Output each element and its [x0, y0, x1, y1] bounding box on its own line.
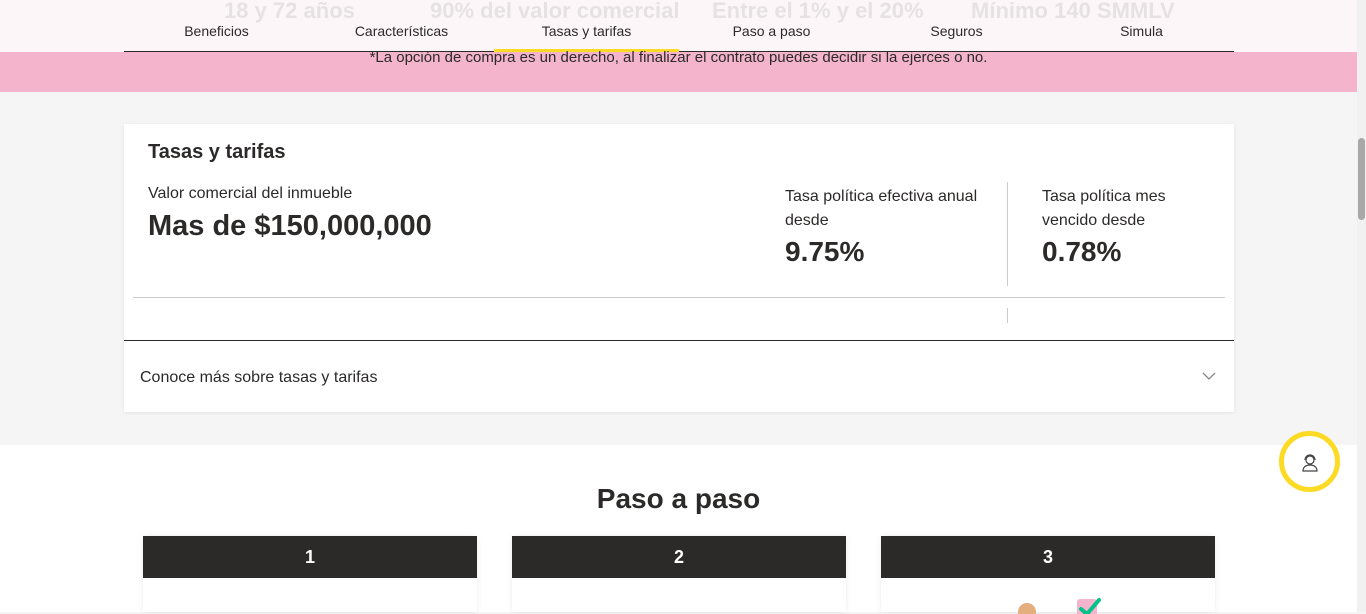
rates-accordion[interactable]: Conoce más sobre tasas y tarifas [124, 340, 1234, 412]
note-text: *La opción de compra es un derecho, al f… [369, 49, 988, 66]
rates-title: Tasas y tarifas [148, 141, 286, 163]
annual-rate: 9.75% [785, 236, 865, 267]
monthly-label: Tasa política mes vencido desde [1042, 188, 1166, 229]
step-card: 2 [512, 536, 846, 612]
checklist-illustration-icon [1018, 598, 1101, 614]
monthly-rate: 0.78% [1042, 236, 1122, 267]
scrollbar[interactable] [1357, 0, 1366, 612]
sticky-header: 18 y 72 años 90% del valor comercial Ent… [0, 0, 1357, 52]
note-banner: *La opción de compra es un derecho, al f… [0, 49, 1357, 92]
chevron-down-icon [1202, 372, 1216, 380]
section-nav: Beneficios Características Tasas y tarif… [124, 0, 1234, 52]
tab-beneficios[interactable]: Beneficios [124, 0, 309, 51]
divider [133, 297, 1225, 298]
tab-simula[interactable]: Simula [1049, 0, 1234, 51]
step-number: 2 [512, 536, 846, 578]
tab-seguros[interactable]: Seguros [864, 0, 1049, 51]
tab-caracteristicas[interactable]: Características [309, 0, 494, 51]
tab-paso[interactable]: Paso a paso [679, 0, 864, 51]
value-amount: Mas de $150,000,000 [148, 210, 432, 242]
help-chat-button[interactable] [1279, 431, 1340, 492]
step-number: 3 [881, 536, 1215, 578]
annual-label: Tasa política efectiva anual desde [785, 188, 978, 229]
rates-card: Tasas y tarifas Valor comercial del inmu… [124, 124, 1234, 412]
agent-headset-icon [1301, 453, 1318, 472]
divider [1007, 182, 1008, 286]
step-card: 1 [143, 536, 477, 612]
value-label: Valor comercial del inmueble [148, 185, 353, 202]
scrollbar-thumb[interactable] [1358, 138, 1365, 220]
step-card: 3 [881, 536, 1215, 614]
divider [1007, 308, 1008, 323]
steps-title: Paso a paso [596, 483, 761, 514]
step-number: 1 [143, 536, 477, 578]
tab-tasas[interactable]: Tasas y tarifas [494, 0, 679, 52]
accordion-label: Conoce más sobre tasas y tarifas [140, 369, 378, 386]
